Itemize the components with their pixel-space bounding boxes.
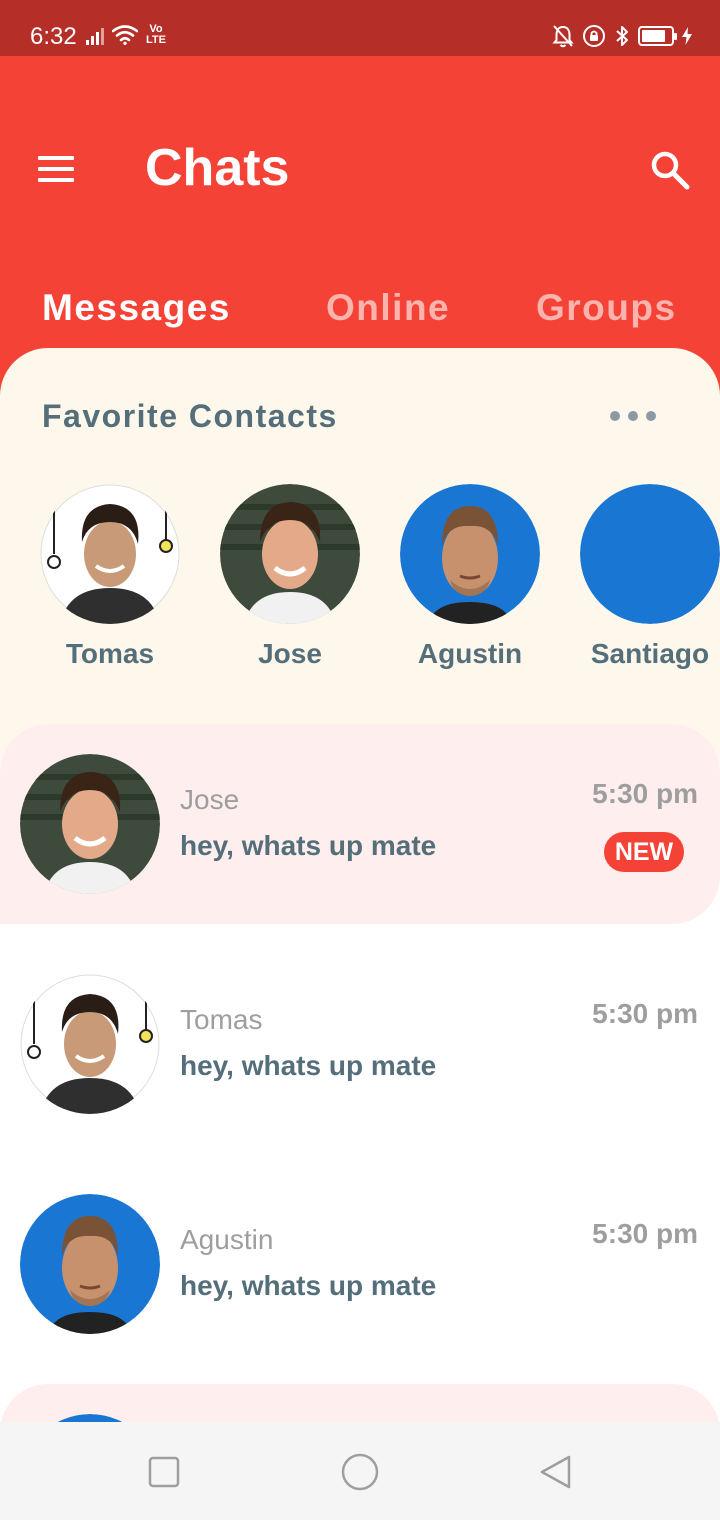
chat-row-partial[interactable]	[0, 1384, 720, 1422]
chat-message-preview: hey, whats up mate	[180, 1050, 437, 1081]
favorite-name-tomas[interactable]: Tomas	[30, 636, 190, 672]
recent-apps-icon[interactable]	[146, 1454, 182, 1490]
tab-online[interactable]: Online	[326, 284, 450, 332]
chat-name: Jose	[180, 784, 240, 815]
chat-row-agustin[interactable]: Agustin hey, whats up mate 5:30 pm	[0, 1164, 720, 1364]
status-bar: 6:32 Vo LTE	[0, 0, 720, 56]
favorite-contacts-title: Favorite Contacts	[42, 398, 338, 434]
chat-avatar-tomas	[20, 974, 160, 1114]
chat-message-preview: hey, whats up mate	[180, 1270, 437, 1301]
more-horizontal-icon[interactable]	[610, 404, 656, 428]
home-icon[interactable]	[340, 1452, 380, 1492]
favorite-avatar-agustin[interactable]	[400, 484, 540, 624]
favorite-name-agustin[interactable]: Agustin	[390, 636, 550, 672]
status-left-icons: Vo LTE	[86, 24, 166, 46]
back-icon[interactable]	[538, 1454, 574, 1490]
chat-avatar-partial	[20, 1414, 160, 1422]
chat-row-tomas[interactable]: Tomas hey, whats up mate 5:30 pm	[0, 944, 720, 1144]
tab-messages[interactable]: Messages	[42, 284, 231, 332]
hamburger-menu-icon[interactable]	[38, 156, 74, 182]
charging-icon	[682, 27, 692, 45]
chat-time: 5:30 pm	[592, 1218, 698, 1249]
system-nav-bar	[0, 1422, 720, 1520]
search-icon[interactable]	[648, 148, 692, 192]
wifi-icon	[112, 25, 138, 45]
chat-message-preview: hey, whats up mate	[180, 830, 437, 861]
favorite-avatar-tomas[interactable]	[40, 484, 180, 624]
chat-name: Agustin	[180, 1224, 274, 1255]
favorite-avatar-jose[interactable]	[220, 484, 360, 624]
bluetooth-icon	[616, 26, 628, 46]
status-right-icons	[552, 24, 692, 48]
favorite-name-jose[interactable]: Jose	[210, 636, 370, 672]
battery-icon	[638, 26, 677, 46]
signal-icon	[86, 25, 104, 45]
volte-icon: Vo LTE	[146, 24, 166, 46]
content-panel: Favorite Contacts Tomas Jose Agustin San…	[0, 348, 720, 1422]
tab-groups[interactable]: Groups	[536, 284, 677, 332]
favorite-avatar-santiago[interactable]	[580, 484, 720, 624]
chat-row-jose[interactable]: Jose hey, whats up mate 5:30 pm NEW	[0, 724, 720, 924]
battery-fill	[642, 30, 666, 42]
chat-name: Tomas	[180, 1004, 263, 1035]
page-title: Chats	[145, 139, 290, 197]
bell-off-icon	[552, 25, 574, 48]
status-time: 6:32	[30, 23, 77, 50]
chat-time: 5:30 pm	[592, 998, 698, 1029]
volte-bottom-label: LTE	[146, 34, 166, 46]
chat-avatar-agustin	[20, 1194, 160, 1334]
new-badge: NEW	[604, 832, 684, 872]
favorite-name-santiago[interactable]: Santiago	[570, 636, 720, 672]
chat-time: 5:30 pm	[592, 778, 698, 809]
chat-avatar-jose	[20, 754, 160, 894]
rotation-lock-icon	[583, 25, 605, 47]
chat-list: Jose hey, whats up mate 5:30 pm NEW Toma…	[0, 724, 720, 1422]
